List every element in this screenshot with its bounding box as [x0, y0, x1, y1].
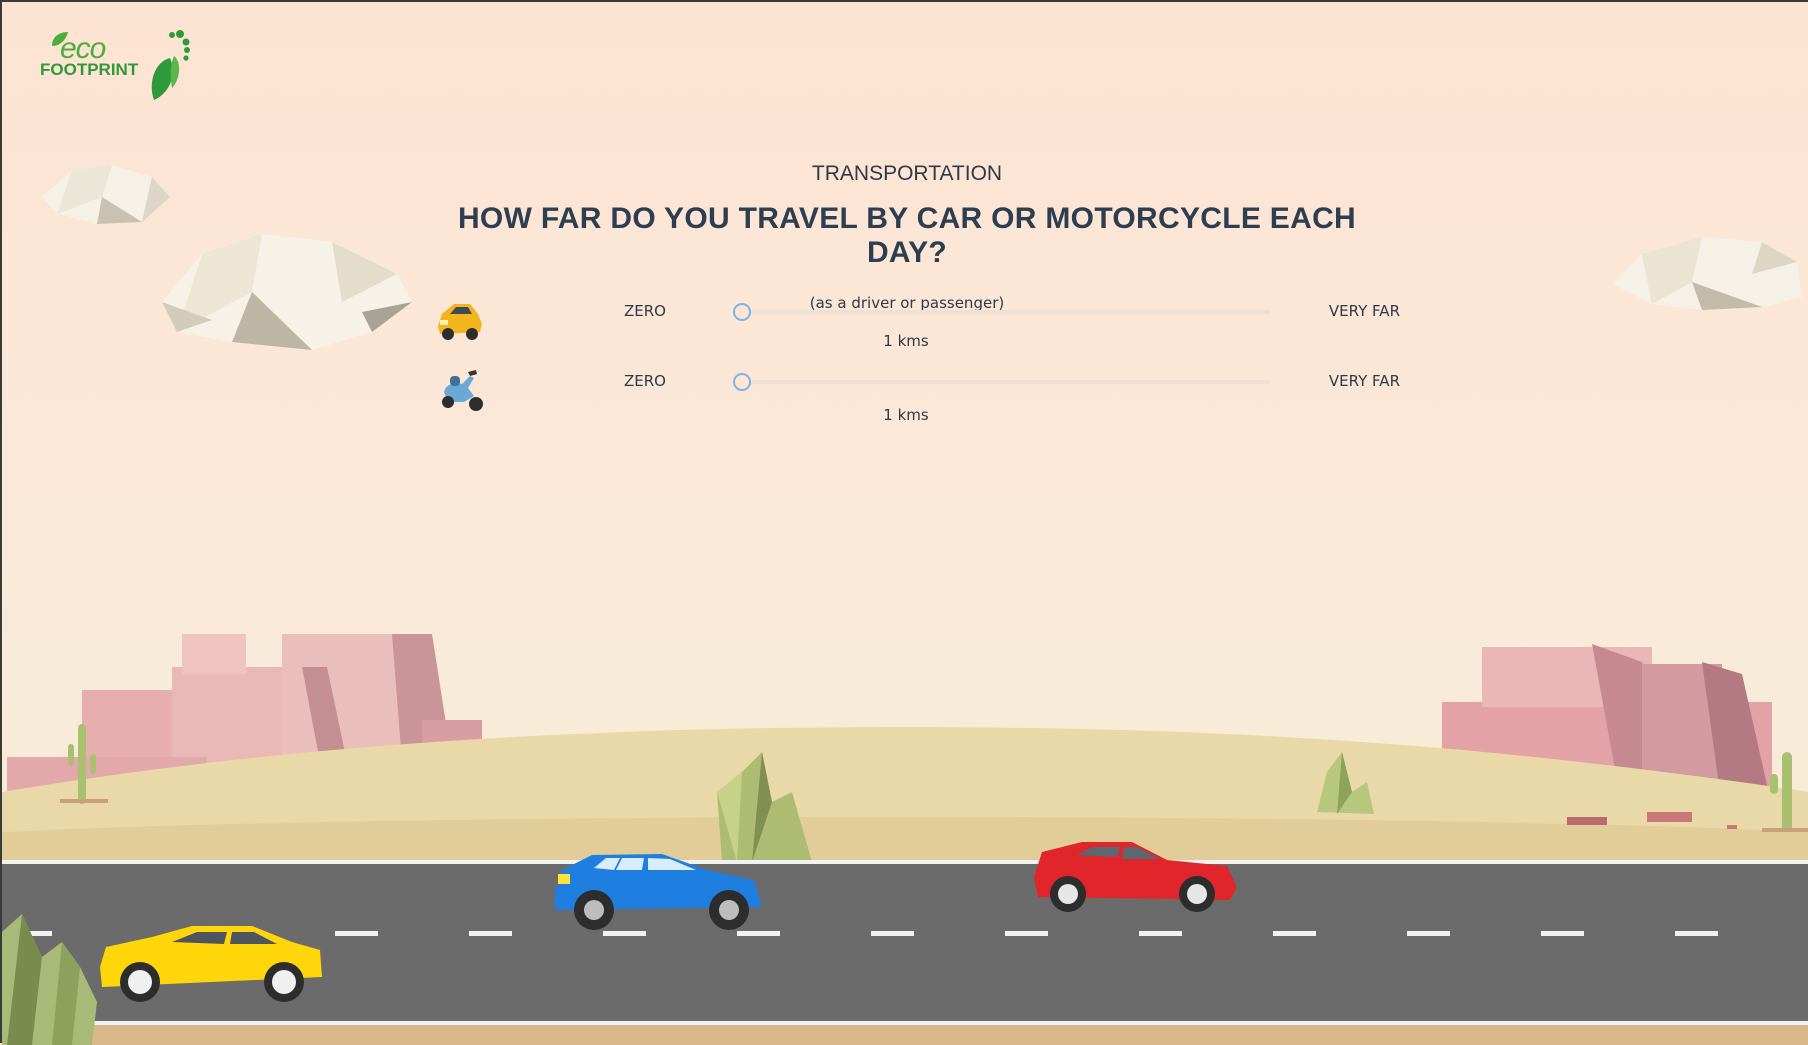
motorcycle-distance-slider[interactable] [733, 373, 1271, 391]
cloud-small-left [42, 165, 170, 224]
section-category: TRANSPORTATION [811, 162, 1003, 185]
cloud-right [1612, 237, 1802, 310]
car-min-label: ZERO [624, 302, 666, 320]
leaf-icon [52, 32, 68, 46]
question-title: HOW FAR DO YOU TRAVEL BY CAR OR MOTORCYC… [457, 202, 1357, 269]
car-distance-slider[interactable] [733, 303, 1271, 321]
question-panel: TRANSPORTATION HOW FAR DO YOU TRAVEL BY … [422, 152, 1392, 312]
motorcycle-min-label: ZERO [624, 372, 666, 390]
car-slider-thumb[interactable] [733, 303, 751, 321]
car-distance-row: ZERO VERY FAR 1 kms [428, 292, 1400, 350]
motorcycle-max-label: VERY FAR [1328, 372, 1400, 390]
car-distance-value: 1 kms [883, 332, 929, 350]
footprint-icon [151, 30, 190, 100]
logo-footprint-text: FOOTPRINT [40, 60, 139, 79]
car-max-label: VERY FAR [1328, 302, 1400, 320]
motorcycle-slider-thumb[interactable] [733, 373, 751, 391]
motorcycle-distance-value: 1 kms [883, 406, 929, 424]
eco-footprint-logo[interactable]: eco FOOTPRINT [38, 28, 190, 106]
motorcycle-distance-row: ZERO VERY FAR 1 kms [428, 362, 1400, 424]
